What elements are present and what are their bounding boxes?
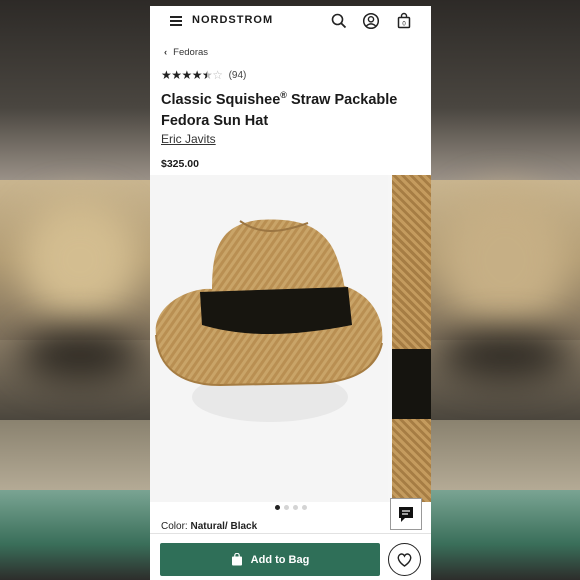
brand-logo[interactable]: NORDSTROM	[192, 14, 273, 26]
heart-icon	[397, 553, 412, 567]
product-image-main[interactable]	[150, 175, 388, 502]
phone-screen: NORDSTROM 0 ‹ Fedoras ★★★★★★☆ (94) Classi…	[150, 6, 431, 580]
star-rating[interactable]: ★★★★★★☆ (94)	[161, 68, 246, 82]
product-image-next[interactable]	[392, 175, 431, 502]
carousel-dot[interactable]	[301, 505, 307, 510]
selected-color: Color: Natural/ Black	[161, 521, 258, 532]
review-count[interactable]: (94)	[229, 70, 247, 81]
top-navigation-bar: NORDSTROM 0	[150, 6, 431, 36]
product-title: Classic Squishee® Straw Packable Fedora …	[161, 90, 398, 129]
brand-link[interactable]: Eric Javits	[161, 132, 216, 146]
add-to-bag-label: Add to Bag	[250, 553, 310, 566]
breadcrumb-label: Fedoras	[173, 47, 209, 58]
carousel-dot[interactable]	[283, 505, 289, 510]
chat-icon	[399, 507, 413, 522]
product-image-gallery[interactable]	[150, 175, 431, 502]
divider	[150, 533, 431, 534]
star-icons: ★★★★★★☆	[161, 68, 223, 82]
svg-text:0: 0	[402, 22, 406, 28]
chevron-left-icon: ‹	[164, 47, 168, 58]
menu-icon[interactable]	[170, 16, 182, 26]
carousel-dot[interactable]	[292, 505, 298, 510]
shopping-bag-icon	[231, 553, 242, 566]
bag-icon[interactable]: 0	[395, 12, 413, 30]
add-to-bag-button[interactable]: Add to Bag	[160, 543, 380, 576]
chat-button[interactable]	[390, 498, 422, 530]
carousel-indicator[interactable]	[150, 505, 431, 511]
product-price: $325.00	[161, 158, 199, 170]
carousel-dot[interactable]	[274, 505, 280, 510]
account-icon[interactable]	[362, 12, 380, 30]
wishlist-button[interactable]	[388, 543, 421, 576]
search-icon[interactable]	[330, 12, 348, 30]
breadcrumb[interactable]: ‹ Fedoras	[164, 47, 208, 58]
